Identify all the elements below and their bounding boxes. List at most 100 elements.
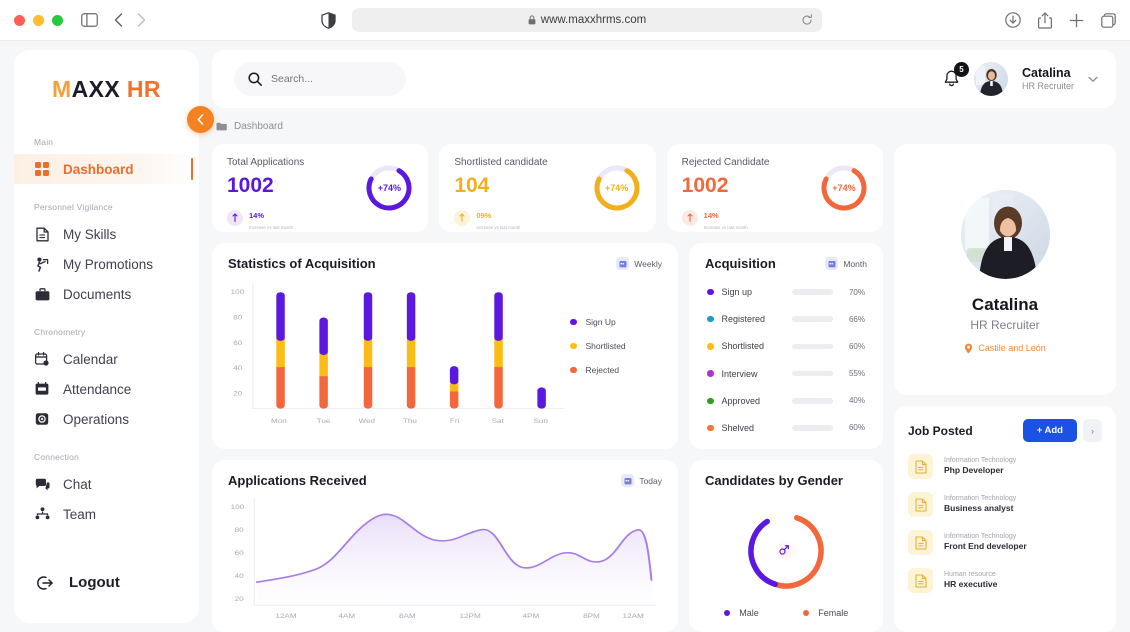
search-box[interactable] [234, 62, 406, 96]
svg-text:40: 40 [235, 572, 244, 580]
sidebar-item-attendance[interactable]: Attendance [14, 374, 199, 404]
donut-plot [705, 490, 867, 608]
calendar-small-icon [825, 257, 839, 270]
job-list-item[interactable]: Human resource HR executive [908, 568, 1102, 593]
chart-period-selector[interactable]: Today [621, 474, 662, 487]
stat-card-rejected-candidate[interactable]: Rejected Candidate 1002 14% Increase vs … [666, 144, 883, 232]
sidebar-item-label: My Promotions [63, 256, 154, 272]
sidebar-item-label: Dashboard [63, 161, 134, 177]
sidebar-item-chat[interactable]: Chat [14, 469, 199, 499]
acquisition-dot [707, 397, 714, 404]
sidebar-item-team[interactable]: Team [14, 499, 199, 529]
acquisition-row: Registered 66% [707, 314, 865, 324]
stat-ring-label: +74% [605, 183, 629, 193]
download-icon[interactable] [1005, 12, 1021, 28]
sidebar-item-dashboard[interactable]: Dashboard [14, 154, 199, 184]
chevron-left-icon [197, 114, 204, 125]
sidebar-item-documents[interactable]: Documents [14, 279, 199, 309]
profile-location: Castile and León [964, 343, 1046, 354]
share-icon[interactable] [1038, 11, 1052, 29]
avatar[interactable] [973, 62, 1008, 96]
sidebar-item-label: My Skills [63, 226, 117, 242]
new-tab-icon[interactable] [1069, 13, 1084, 28]
stat-card-shortlisted-candidate[interactable]: Shortlisted candidate 104 09% Increase v… [439, 144, 656, 232]
legend-dot-signup [570, 318, 577, 326]
bar-chart-area: 100 80 60 40 20 Mon Tue Wed Thu Fri Sat … [228, 273, 662, 439]
profile-avatar [960, 189, 1050, 279]
browser-chrome: www.maxxhrms.com [0, 0, 1130, 41]
chart-header: Candidates by Gender [705, 473, 867, 488]
legend-label: Female [818, 608, 849, 618]
address-bar[interactable]: www.maxxhrms.com [352, 8, 822, 32]
calendar-small-icon [616, 257, 630, 270]
chart-title: Applications Received [228, 473, 367, 488]
svg-text:12PM: 12PM [459, 612, 480, 620]
stat-ring-chart: +74% [364, 163, 414, 213]
stat-ring-chart: +74% [819, 163, 869, 213]
svg-text:60: 60 [233, 339, 242, 347]
stat-card-total-applications[interactable]: Total Applications 1002 14% Increase vs … [212, 144, 429, 232]
candidates-by-gender-card: Candidates by Gender Male Female [689, 460, 883, 632]
shield-icon[interactable] [321, 11, 336, 29]
add-job-button[interactable]: + Add [1022, 419, 1077, 442]
sidebar-toggle-icon[interactable] [81, 13, 98, 27]
sidebar-collapse-button[interactable] [187, 106, 214, 133]
svg-text:100: 100 [231, 503, 245, 511]
forward-icon[interactable] [137, 13, 146, 27]
folder-icon [216, 122, 227, 131]
close-window-button[interactable] [14, 14, 25, 26]
top-bar: 5 [212, 50, 1116, 108]
user-role: HR Recruiter [1021, 81, 1074, 92]
acquisition-row: Shortlisted 60% [707, 341, 865, 351]
svg-text:Thu: Thu [403, 417, 417, 425]
acquisition-track [791, 343, 833, 350]
chart-period-selector[interactable]: Weekly [616, 257, 662, 270]
sidebar-item-calendar[interactable]: Calendar [14, 344, 199, 374]
dashboard-right-column: Catalina HR Recruiter Castile and León J… [894, 144, 1116, 632]
svg-text:4AM: 4AM [338, 612, 355, 620]
breadcrumb-label: Dashboard [234, 120, 283, 132]
job-department: Information Technology [944, 494, 1017, 502]
reload-icon[interactable] [801, 14, 813, 26]
nav-section-label-connection: Connection [34, 452, 80, 462]
sidebar-item-operations[interactable]: Operations [14, 404, 199, 434]
svg-text:Wed: Wed [359, 417, 375, 425]
notifications-button[interactable]: 5 [943, 62, 969, 88]
legend-label: Shortlisted [585, 341, 626, 351]
acquisition-dot [707, 343, 714, 350]
legend-dot-shortlisted [570, 342, 577, 350]
logo-hr: HR [126, 76, 161, 102]
job-list-item[interactable]: Information Technology Business analyst [908, 492, 1102, 517]
sidebar-item-label: Calendar [63, 351, 118, 367]
job-list-item[interactable]: Information Technology Php Developer [908, 454, 1102, 479]
acquisition-dot [707, 370, 714, 377]
job-document-icon [908, 492, 933, 517]
acquisition-row: Approved 40% [707, 396, 865, 406]
chevron-down-icon[interactable] [1088, 76, 1098, 83]
document-icon [34, 227, 50, 242]
next-jobs-button[interactable]: › [1083, 419, 1102, 442]
donut-legend: Male Female [705, 608, 867, 622]
minimize-window-button[interactable] [33, 14, 44, 26]
job-document-icon [908, 568, 933, 593]
main-content: 5 [212, 50, 1116, 632]
job-posted-header: Job Posted + Add › [908, 419, 1102, 442]
tabs-overview-icon[interactable] [1101, 12, 1116, 28]
job-list-item[interactable]: Information Technology Front End develop… [908, 530, 1102, 555]
acquisition-track [791, 425, 833, 431]
sidebar-item-my-skills[interactable]: My Skills [14, 219, 199, 249]
sidebar-item-my-promotions[interactable]: My Promotions [14, 249, 199, 279]
maximize-window-button[interactable] [52, 14, 63, 26]
svg-text:Sun: Sun [533, 417, 547, 425]
briefcase-icon [34, 287, 50, 301]
arrow-up-icon [227, 209, 243, 226]
area-plot: 100 80 60 40 20 12AM 4AM 8AM 12PM 4PM 8P… [228, 490, 662, 622]
chart-period-selector[interactable]: Month [825, 257, 867, 270]
window-controls[interactable] [14, 14, 63, 26]
nav-section-label-chronometry: Chronometry [34, 327, 86, 337]
back-icon[interactable] [114, 13, 123, 27]
search-input[interactable] [271, 73, 392, 85]
logo-axx: AXX [71, 76, 121, 102]
logout-button[interactable]: Logout [14, 574, 199, 605]
acquisition-label: Approved [721, 395, 761, 406]
